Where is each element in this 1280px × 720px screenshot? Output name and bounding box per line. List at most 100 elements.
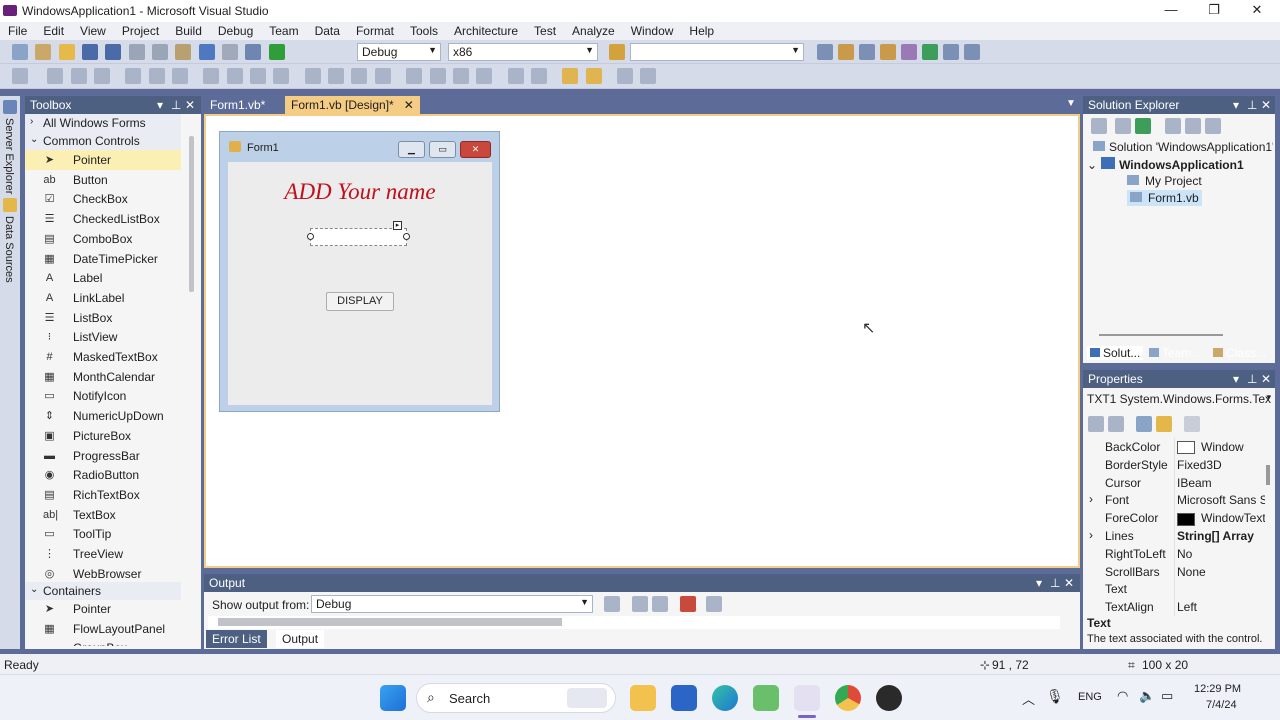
word-wrap-icon[interactable] — [706, 596, 722, 612]
dropdown-arrow-icon[interactable]: ▾ — [157, 98, 163, 112]
menu-file[interactable]: File — [0, 22, 35, 39]
toolbox-item-progressbar[interactable]: ▬ ProgressBar — [25, 446, 181, 466]
column-divider[interactable] — [1174, 527, 1175, 545]
properties-view-icon[interactable] — [1136, 416, 1152, 432]
toolbox-item-checkbox[interactable]: ☑ CheckBox — [25, 189, 181, 209]
toolbox-item-notifyicon[interactable]: ▭ NotifyIcon — [25, 386, 181, 406]
tab-error-list[interactable]: Error List — [206, 630, 267, 648]
menu-tools[interactable]: Tools — [402, 22, 446, 39]
app-icon[interactable] — [753, 685, 779, 711]
close-icon[interactable]: ✕ — [185, 98, 195, 112]
close-icon[interactable]: ✕ — [1261, 98, 1271, 112]
send-to-back-icon[interactable] — [585, 68, 602, 84]
view-code-icon[interactable] — [1165, 118, 1181, 134]
close-icon[interactable]: ✕ — [1261, 372, 1271, 386]
paste-icon[interactable] — [175, 44, 192, 60]
menu-test[interactable]: Test — [526, 22, 564, 39]
toolbox-item-radiobutton[interactable]: ◉ RadioButton — [25, 465, 181, 485]
output-scrollbar[interactable] — [218, 618, 562, 626]
maximize-button[interactable]: ❐ — [1191, 0, 1237, 22]
property-value[interactable]: Fixed3D — [1177, 458, 1265, 472]
column-divider[interactable] — [1174, 598, 1175, 617]
decrease-vertical-spacing-icon[interactable] — [452, 68, 469, 84]
menu-help[interactable]: Help — [681, 22, 722, 39]
center-vertically-icon[interactable] — [530, 68, 547, 84]
menu-project[interactable]: Project — [114, 22, 167, 39]
obs-icon[interactable] — [876, 685, 902, 711]
properties-scrollbar[interactable] — [1266, 465, 1270, 485]
data-sources-icon[interactable] — [3, 198, 17, 212]
property-row-lines[interactable]: › Lines String[] Array — [1083, 527, 1275, 545]
toolbox-item-groupbox[interactable]: ▭ GroupBox — [25, 638, 181, 646]
remove-horizontal-spacing-icon[interactable] — [374, 68, 391, 84]
start-debugging-icon[interactable] — [268, 44, 285, 60]
view-designer-icon[interactable] — [1185, 118, 1201, 134]
wifi-icon[interactable]: ◠ — [1117, 688, 1128, 704]
show-output-combo[interactable]: Debug ▼ — [311, 595, 593, 613]
property-row-righttoleft[interactable]: RightToLeft No — [1083, 544, 1275, 563]
copy-icon[interactable] — [152, 44, 169, 60]
column-divider[interactable] — [1174, 562, 1175, 581]
toolbox-item-listview[interactable]: ⁝ ListView — [25, 327, 181, 347]
tab-dropdown-icon[interactable]: ▼ — [1066, 98, 1076, 109]
events-icon[interactable] — [1156, 416, 1172, 432]
property-row-forecolor[interactable]: ForeColor WindowText — [1083, 509, 1275, 528]
align-to-grid-icon[interactable] — [12, 68, 28, 84]
dropdown-arrow-icon[interactable]: ▾ — [1036, 576, 1042, 590]
menu-window[interactable]: Window — [623, 22, 682, 39]
platform-combo[interactable]: x86 ▼ — [448, 43, 598, 61]
cut-icon[interactable] — [128, 44, 145, 60]
column-divider[interactable] — [1174, 491, 1175, 510]
menu-data[interactable]: Data — [307, 22, 348, 39]
center-horizontally-icon[interactable] — [507, 68, 524, 84]
toolbox-item-listbox[interactable]: ☰ ListBox — [25, 308, 181, 328]
properties-toolbar-icon[interactable] — [1091, 118, 1107, 134]
start-page-icon[interactable] — [922, 44, 938, 60]
save-icon[interactable] — [82, 44, 99, 60]
tab-solution-explorer[interactable]: Solut... — [1087, 346, 1144, 360]
form1-client-area[interactable]: ADD Your name ▸ DISPLAY — [228, 162, 492, 405]
vertical-spacing-equal-icon[interactable] — [406, 68, 423, 84]
speaker-icon[interactable]: 🔈 — [1139, 688, 1155, 704]
make-same-size-icon[interactable] — [273, 68, 290, 84]
taskbar-search-box[interactable]: ⌕ Search — [416, 683, 616, 713]
object-browser-icon[interactable] — [859, 44, 875, 60]
category-all-windows-forms[interactable]: › All Windows Forms — [25, 114, 181, 132]
menu-architecture[interactable]: Architecture — [446, 22, 526, 39]
solution-scrollbar[interactable] — [1099, 334, 1223, 336]
column-divider[interactable] — [1174, 473, 1175, 492]
property-row-font[interactable]: › Font Microsoft Sans Serif — [1083, 491, 1275, 510]
column-divider[interactable] — [1174, 438, 1175, 456]
property-row-text[interactable]: Text — [1083, 580, 1275, 599]
next-message-icon[interactable] — [652, 596, 668, 612]
file-explorer-icon[interactable] — [630, 685, 656, 711]
dropdown-arrow-icon[interactable]: ▾ — [1233, 98, 1239, 112]
tab-team-explorer[interactable]: Team... — [1149, 346, 1201, 360]
toolbox-item-linklabel[interactable]: A LinkLabel — [25, 288, 181, 308]
decrease-horizontal-spacing-icon[interactable] — [351, 68, 368, 84]
make-same-height-icon[interactable] — [250, 68, 267, 84]
column-divider[interactable] — [1174, 544, 1175, 563]
open-file-icon[interactable] — [58, 44, 75, 60]
toolbox-item-webbrowser[interactable]: ◎ WebBrowser — [25, 564, 181, 584]
toolbox-item-maskedtextbox[interactable]: # MaskedTextBox — [25, 347, 181, 367]
align-tops-icon[interactable] — [125, 68, 142, 84]
toolbox-item-picturebox[interactable]: ▣ PictureBox — [25, 426, 181, 446]
property-row-textalign[interactable]: TextAlign Left — [1083, 598, 1275, 617]
property-value[interactable]: No — [1177, 547, 1265, 561]
increase-horizontal-spacing-icon[interactable] — [328, 68, 345, 84]
chrome-browser-icon[interactable] — [835, 685, 861, 711]
property-row-borderstyle[interactable]: BorderStyle Fixed3D — [1083, 455, 1275, 474]
toolbox-item-label[interactable]: A Label — [25, 268, 181, 288]
form1-vb-node[interactable]: Form1.vb — [1127, 190, 1202, 206]
property-row-scrollbars[interactable]: ScrollBars None — [1083, 562, 1275, 581]
server-explorer-icon[interactable] — [3, 100, 17, 114]
pin-icon[interactable]: ⊥ — [171, 98, 181, 112]
menu-format[interactable]: Format — [348, 22, 402, 39]
toolbox-item-flowlayoutpanel[interactable]: ▦ FlowLayoutPanel — [25, 619, 181, 639]
column-divider[interactable] — [1174, 455, 1175, 474]
visual-studio-taskbar-icon[interactable] — [794, 685, 820, 711]
toolbox-icon[interactable] — [880, 44, 896, 60]
object-selector[interactable]: TXT1 System.Windows.Forms.Text ▾ — [1087, 392, 1271, 408]
menu-team[interactable]: Team — [261, 22, 306, 39]
